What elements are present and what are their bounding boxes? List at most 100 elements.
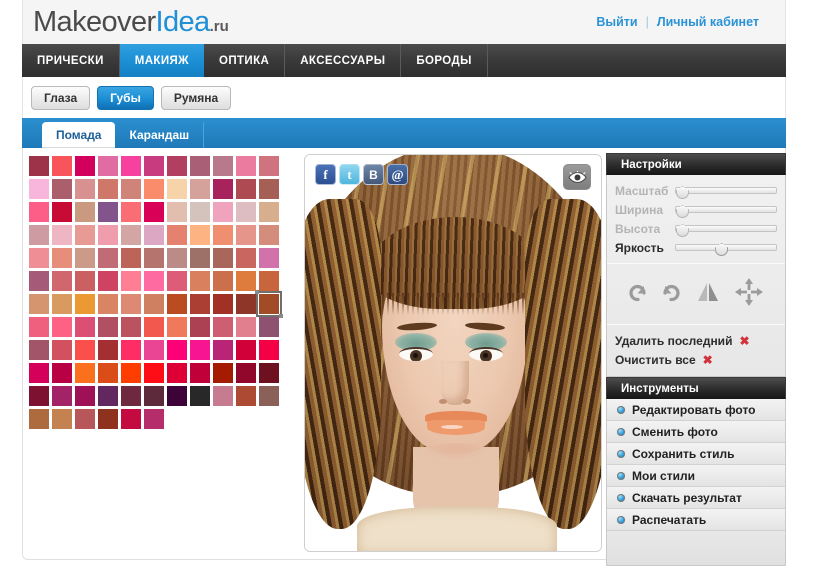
color-swatch[interactable] [98, 179, 118, 199]
preview-eye-icon[interactable] [563, 164, 591, 190]
flip-horizontal-icon[interactable] [695, 281, 721, 308]
color-swatch[interactable] [98, 225, 118, 245]
color-swatch[interactable] [75, 409, 95, 429]
color-swatch[interactable] [190, 294, 210, 314]
tool-item-save-style[interactable]: Сохранить стиль [607, 443, 785, 465]
color-swatch[interactable] [52, 248, 72, 268]
color-swatch[interactable] [121, 156, 141, 176]
color-swatch[interactable] [75, 317, 95, 337]
color-swatch[interactable] [259, 179, 279, 199]
color-swatch[interactable] [52, 363, 72, 383]
tool-item-change-photo[interactable]: Сменить фото [607, 421, 785, 443]
mailru-icon[interactable]: @ [387, 164, 408, 185]
color-swatch[interactable] [236, 363, 256, 383]
color-swatch[interactable] [52, 271, 72, 291]
color-swatch[interactable] [98, 363, 118, 383]
color-swatch[interactable] [259, 340, 279, 360]
color-swatch[interactable] [236, 340, 256, 360]
color-swatch[interactable] [98, 409, 118, 429]
color-swatch[interactable] [98, 156, 118, 176]
color-swatch[interactable] [144, 271, 164, 291]
color-swatch[interactable] [190, 340, 210, 360]
nav-item-beards[interactable]: БОРОДЫ [401, 44, 487, 77]
color-swatch[interactable] [144, 248, 164, 268]
color-swatch[interactable] [259, 202, 279, 222]
color-swatch[interactable] [167, 317, 187, 337]
color-swatch[interactable] [75, 363, 95, 383]
nav-item-hairstyles[interactable]: ПРИЧЕСКИ [22, 44, 120, 77]
color-swatch[interactable] [121, 248, 141, 268]
color-swatch[interactable] [121, 386, 141, 406]
color-swatch[interactable] [190, 363, 210, 383]
color-swatch[interactable] [52, 225, 72, 245]
color-swatch[interactable] [29, 317, 49, 337]
color-swatch[interactable] [236, 317, 256, 337]
color-swatch[interactable] [236, 248, 256, 268]
color-swatch[interactable] [190, 202, 210, 222]
color-swatch[interactable] [144, 340, 164, 360]
color-swatch[interactable] [121, 409, 141, 429]
facebook-icon[interactable]: f [315, 164, 336, 185]
vk-icon[interactable]: B [363, 164, 384, 185]
color-swatch[interactable] [236, 225, 256, 245]
color-swatch[interactable] [29, 202, 49, 222]
color-swatch[interactable] [52, 202, 72, 222]
color-swatch[interactable] [259, 156, 279, 176]
delete-last-x-icon[interactable]: ✖ [739, 334, 749, 348]
color-swatch[interactable] [52, 386, 72, 406]
color-swatch[interactable] [259, 225, 279, 245]
color-swatch[interactable] [121, 225, 141, 245]
color-swatch[interactable] [75, 179, 95, 199]
color-swatch[interactable] [213, 271, 233, 291]
color-swatch[interactable] [144, 225, 164, 245]
slider-thumb-height[interactable] [676, 224, 689, 237]
color-swatch[interactable] [190, 225, 210, 245]
color-swatch[interactable] [121, 294, 141, 314]
color-swatch[interactable] [167, 294, 187, 314]
color-swatch[interactable] [190, 386, 210, 406]
color-swatch[interactable] [75, 294, 95, 314]
color-swatch[interactable] [144, 317, 164, 337]
photo-canvas[interactable] [305, 155, 601, 551]
subnav-button-eyes[interactable]: Глаза [31, 86, 90, 110]
rotate-right-icon[interactable] [661, 282, 681, 307]
color-swatch[interactable] [29, 363, 49, 383]
color-swatch[interactable] [121, 363, 141, 383]
color-swatch[interactable] [121, 179, 141, 199]
color-swatch[interactable] [236, 179, 256, 199]
color-swatch[interactable] [213, 386, 233, 406]
color-swatch-selected[interactable] [259, 294, 279, 314]
color-swatch[interactable] [98, 340, 118, 360]
tool-item-print[interactable]: Распечатать [607, 509, 785, 531]
color-swatch[interactable] [98, 386, 118, 406]
color-swatch[interactable] [98, 294, 118, 314]
nav-item-optics[interactable]: ОПТИКА [204, 44, 285, 77]
color-swatch[interactable] [29, 156, 49, 176]
color-swatch[interactable] [167, 225, 187, 245]
color-swatch[interactable] [190, 271, 210, 291]
color-swatch[interactable] [144, 156, 164, 176]
color-swatch[interactable] [29, 271, 49, 291]
color-swatch[interactable] [75, 156, 95, 176]
slider-thumb-width[interactable] [676, 205, 689, 218]
color-swatch[interactable] [190, 248, 210, 268]
color-swatch[interactable] [52, 294, 72, 314]
color-swatch[interactable] [190, 179, 210, 199]
slider-track-scale[interactable] [675, 187, 777, 194]
color-swatch[interactable] [213, 294, 233, 314]
color-swatch[interactable] [75, 386, 95, 406]
color-swatch[interactable] [259, 363, 279, 383]
color-swatch[interactable] [29, 386, 49, 406]
color-swatch[interactable] [144, 179, 164, 199]
color-swatch[interactable] [121, 271, 141, 291]
color-swatch[interactable] [52, 340, 72, 360]
nav-item-makeup[interactable]: МАКИЯЖ [120, 44, 204, 77]
color-swatch[interactable] [190, 156, 210, 176]
color-swatch[interactable] [190, 317, 210, 337]
slider-thumb-scale[interactable] [676, 186, 689, 199]
color-swatch[interactable] [52, 179, 72, 199]
tab-pencil[interactable]: Карандаш [115, 122, 204, 148]
move-icon[interactable] [734, 277, 764, 312]
color-swatch[interactable] [236, 386, 256, 406]
account-link[interactable]: Личный кабинет [657, 15, 759, 29]
